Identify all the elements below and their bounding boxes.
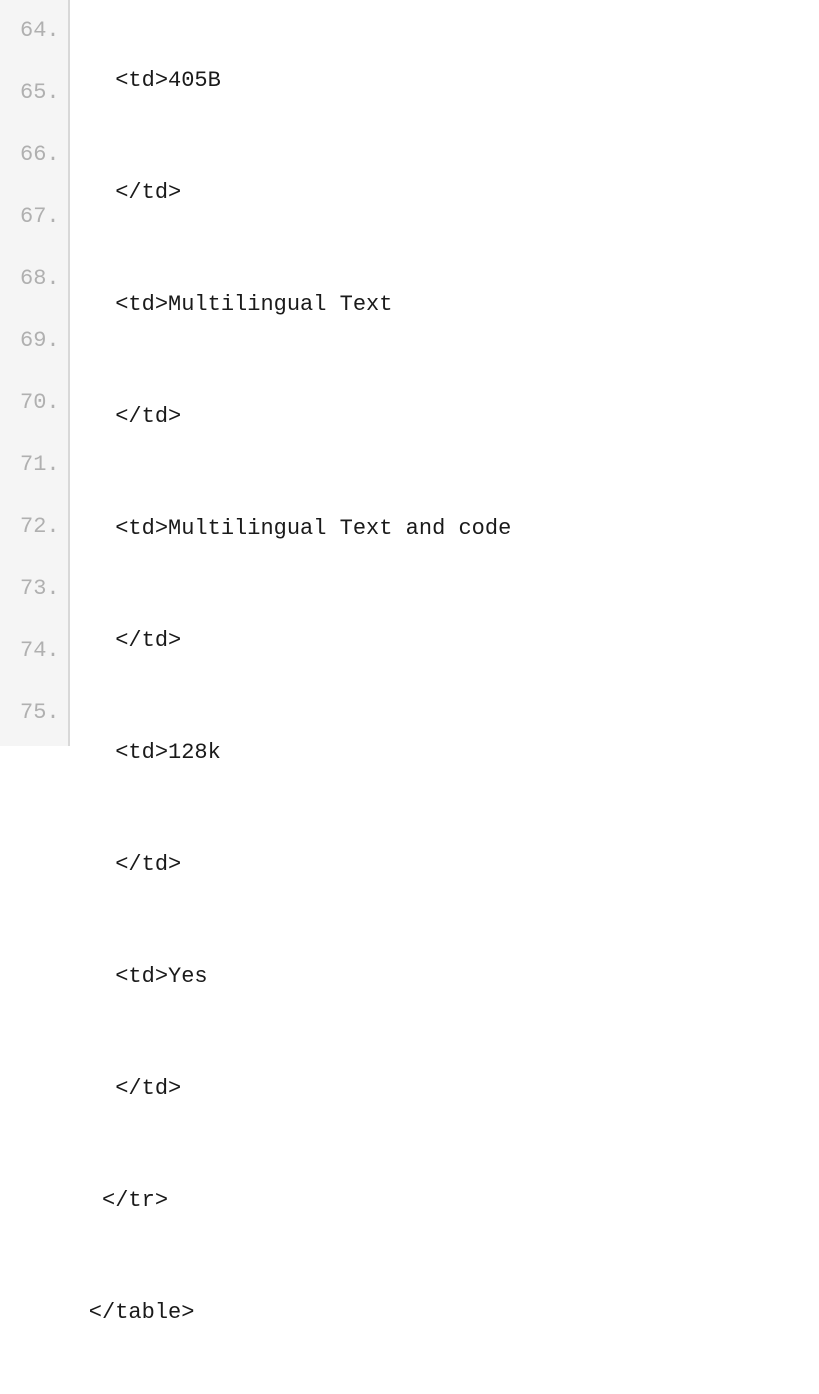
code-line: <td>128k xyxy=(76,722,819,784)
line-number: 73 xyxy=(20,558,60,620)
code-line: </tr> xyxy=(76,1170,819,1232)
code-line: </td> xyxy=(76,834,819,896)
line-number: 72 xyxy=(20,496,60,558)
line-number: 74 xyxy=(20,620,60,682)
code-line: <td>Multilingual Text and code xyxy=(76,498,819,560)
line-number: 65 xyxy=(20,62,60,124)
code-line: </td> xyxy=(76,162,819,224)
line-number: 69 xyxy=(20,310,60,372)
code-line: <td>Yes xyxy=(76,946,819,1008)
line-number: 68 xyxy=(20,248,60,310)
line-number: 64 xyxy=(20,0,60,62)
code-line: </td> xyxy=(76,386,819,448)
line-number: 71 xyxy=(20,434,60,496)
code-line: </td> xyxy=(76,610,819,672)
line-number: 75 xyxy=(20,682,60,744)
code-line: <td>405B xyxy=(76,50,819,112)
code-line: </td> xyxy=(76,1058,819,1120)
line-number: 66 xyxy=(20,124,60,186)
code-line: </table> xyxy=(76,1282,819,1344)
line-number: 70 xyxy=(20,372,60,434)
code-line: <td>Multilingual Text xyxy=(76,274,819,336)
code-editor: 64 65 66 67 68 69 70 71 72 73 74 75 <td>… xyxy=(0,0,819,746)
code-content[interactable]: <td>405B </td> <td>Multilingual Text </t… xyxy=(70,0,819,746)
line-number-gutter: 64 65 66 67 68 69 70 71 72 73 74 75 xyxy=(0,0,70,746)
line-number: 67 xyxy=(20,186,60,248)
